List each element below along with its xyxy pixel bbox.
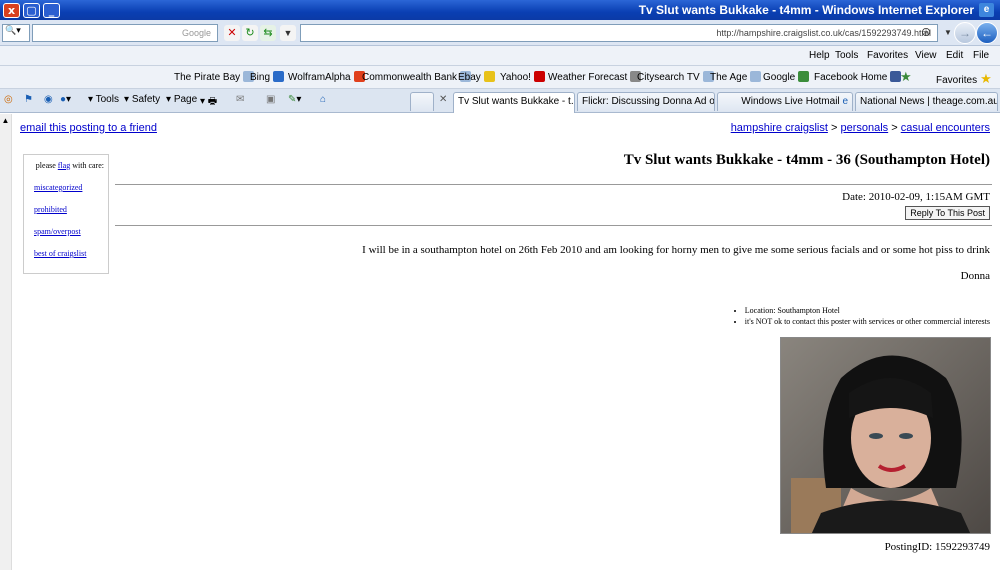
fav-the-age[interactable]: The Age [710, 71, 762, 83]
scroll-up-icon[interactable]: ▲ [0, 116, 11, 125]
tools-menu[interactable]: ▾ Tools [88, 94, 119, 105]
stop-icon[interactable]: ✕ [224, 25, 240, 41]
print-menu[interactable]: ▾ 🖶 [200, 94, 217, 111]
menu-favorites[interactable]: Favorites [867, 50, 908, 61]
browser-window: x ▢ _ Tv Slut wants Bukkake - t4mm - Win… [0, 0, 1000, 570]
posting-title: Tv Slut wants Bukkake - t4mm - 36 (South… [623, 152, 990, 168]
safety-menu[interactable]: ▾ Safety [124, 94, 160, 105]
ebay-icon [483, 71, 495, 82]
fav-facebook-home[interactable]: Facebook Home [814, 71, 902, 83]
messenger-icon[interactable]: ⚑ [24, 94, 33, 105]
fav-bing[interactable]: Bing [250, 71, 285, 83]
add-favorite-icon[interactable]: ★ [900, 69, 912, 85]
tab-craigslist[interactable]: Tv Slut wants Bukkake - t... ☮ [453, 92, 575, 113]
reply-button[interactable]: Reply To This Post [905, 206, 990, 220]
close-button[interactable]: x [3, 2, 20, 18]
menu-help[interactable]: Help [809, 50, 830, 61]
home-icon[interactable]: ⌂ [320, 94, 326, 105]
forward-button[interactable]: → [954, 22, 976, 44]
help-icon[interactable]: ●▾ [60, 94, 71, 105]
favorites-bar: The Pirate Bay Bing WolframAlpha Commonw… [0, 66, 1000, 89]
tab-theage[interactable]: National News | theage.com.au e [855, 92, 998, 111]
breadcrumb-personals[interactable]: personals [840, 122, 888, 134]
flag-miscategorized[interactable]: miscategorized [34, 183, 82, 192]
divider [115, 184, 992, 185]
email-friend-link[interactable]: email this posting to a friend [20, 122, 157, 134]
page-menu[interactable]: ▾ Page [166, 94, 197, 105]
fav-the-pirate-bay[interactable]: The Pirate Bay [174, 71, 255, 83]
posting-body: I will be in a southampton hotel on 26th… [362, 244, 990, 256]
research-blue-icon[interactable]: ◉ [44, 94, 53, 105]
fav-weather-forecast[interactable]: Weather Forecast [548, 71, 642, 83]
favorites-star-icon: ★ [980, 71, 992, 86]
breadcrumb-casual-encounters[interactable]: casual encounters [901, 122, 990, 134]
posting-date: Date: 2010-02-09, 1:15AM GMT [842, 191, 990, 203]
close-tab-icon[interactable]: ✕ [439, 94, 447, 105]
flag-prohibited[interactable]: prohibited [34, 205, 67, 214]
fav-wolframalpha[interactable]: WolframAlpha [288, 71, 365, 83]
page-content: ▲ email this posting to a friend hampshi… [0, 114, 1000, 570]
tab-hotmail[interactable]: Windows Live Hotmail e [717, 92, 853, 111]
posting-id: PostingID: 1592293749 [884, 541, 990, 553]
read-mail-icon[interactable]: ✉ [236, 94, 244, 105]
maximize-button[interactable]: ▢ [23, 2, 40, 18]
research-icon[interactable]: ◎ [4, 94, 13, 105]
breadcrumb: hampshire craigslist > personals > casua… [730, 122, 990, 134]
google-icon [798, 71, 810, 82]
fav-google[interactable]: Google [763, 71, 810, 83]
flag-box: please flag with care: miscategorized pr… [23, 154, 109, 274]
menu-edit[interactable]: Edit [946, 50, 963, 61]
new-tab-button[interactable] [410, 92, 434, 111]
flag-best-of[interactable]: best of craigslist [34, 249, 86, 258]
portrait-photo [781, 338, 990, 533]
address-row: 🔍▾ Google ✕ ↻ ⇆ ▼ http://hampshire.craig… [0, 20, 1000, 46]
search-input[interactable]: Google [32, 24, 218, 42]
back-button[interactable]: ← [976, 22, 998, 44]
fav-yahoo[interactable]: Yahoo! [500, 71, 545, 83]
fav-commonwealth-bank[interactable]: Commonwealth Bank [362, 71, 472, 83]
menu-bar: Help Tools Favorites View Edit File [0, 46, 1000, 66]
tab-flickr[interactable]: Flickr: Discussing Donna Ad o... ●● [577, 92, 715, 111]
ie-logo-icon: e [979, 3, 994, 17]
feeds-icon[interactable]: ▣ [266, 94, 275, 105]
ie-page-icon: e [842, 96, 848, 107]
bing-icon [273, 71, 285, 82]
compatibility-icon[interactable]: ⇆ [260, 25, 276, 41]
menu-tools[interactable]: Tools [835, 50, 858, 61]
favorites-button[interactable]: Favorites ★ [936, 71, 992, 87]
window-title: Tv Slut wants Bukkake - t4mm - Windows I… [638, 3, 974, 17]
posting-photo[interactable] [780, 337, 991, 534]
url-field[interactable]: http://hampshire.craigslist.co.uk/cas/15… [300, 24, 938, 42]
menu-file[interactable]: File [973, 50, 989, 61]
tab-bar: ◎ ⚑ ◉ ●▾ ▾ Tools ▾ Safety ▾ Page ▾ 🖶 ✉ ▣… [0, 89, 1000, 113]
fav-citysearch-tv[interactable]: Citysearch TV [637, 71, 714, 83]
fav-ebay[interactable]: Ebay [458, 71, 495, 83]
search-options-button[interactable]: 🔍▾ [2, 24, 30, 42]
location-note: Location: Southampton Hotel [745, 305, 990, 316]
url-dropdown-icon[interactable]: ▼ [280, 25, 296, 41]
flag-spam[interactable]: spam/overpost [34, 227, 81, 236]
posting-signature: Donna [960, 270, 990, 282]
menu-view[interactable]: View [915, 50, 937, 61]
minimize-button[interactable]: _ [43, 2, 60, 18]
breadcrumb-hampshire[interactable]: hampshire craigslist [731, 122, 828, 134]
page-icon [750, 71, 762, 82]
peace-favicon-icon: ☮ [921, 27, 931, 39]
title-bar: x ▢ _ Tv Slut wants Bukkake - t4mm - Win… [0, 0, 1000, 20]
blog-icon[interactable]: ✎▾ [288, 94, 301, 105]
contact-note: it's NOT ok to contact this poster with … [745, 316, 990, 327]
flag-header: please flag with care: [35, 161, 104, 170]
yahoo-icon [533, 71, 545, 82]
flag-link[interactable]: flag [58, 161, 70, 170]
posting-notes: Location: Southampton Hotel it's NOT ok … [745, 305, 990, 327]
divider [115, 225, 992, 226]
refresh-icon[interactable]: ↻ [242, 25, 258, 41]
vertical-scrollbar[interactable]: ▲ [0, 114, 12, 570]
